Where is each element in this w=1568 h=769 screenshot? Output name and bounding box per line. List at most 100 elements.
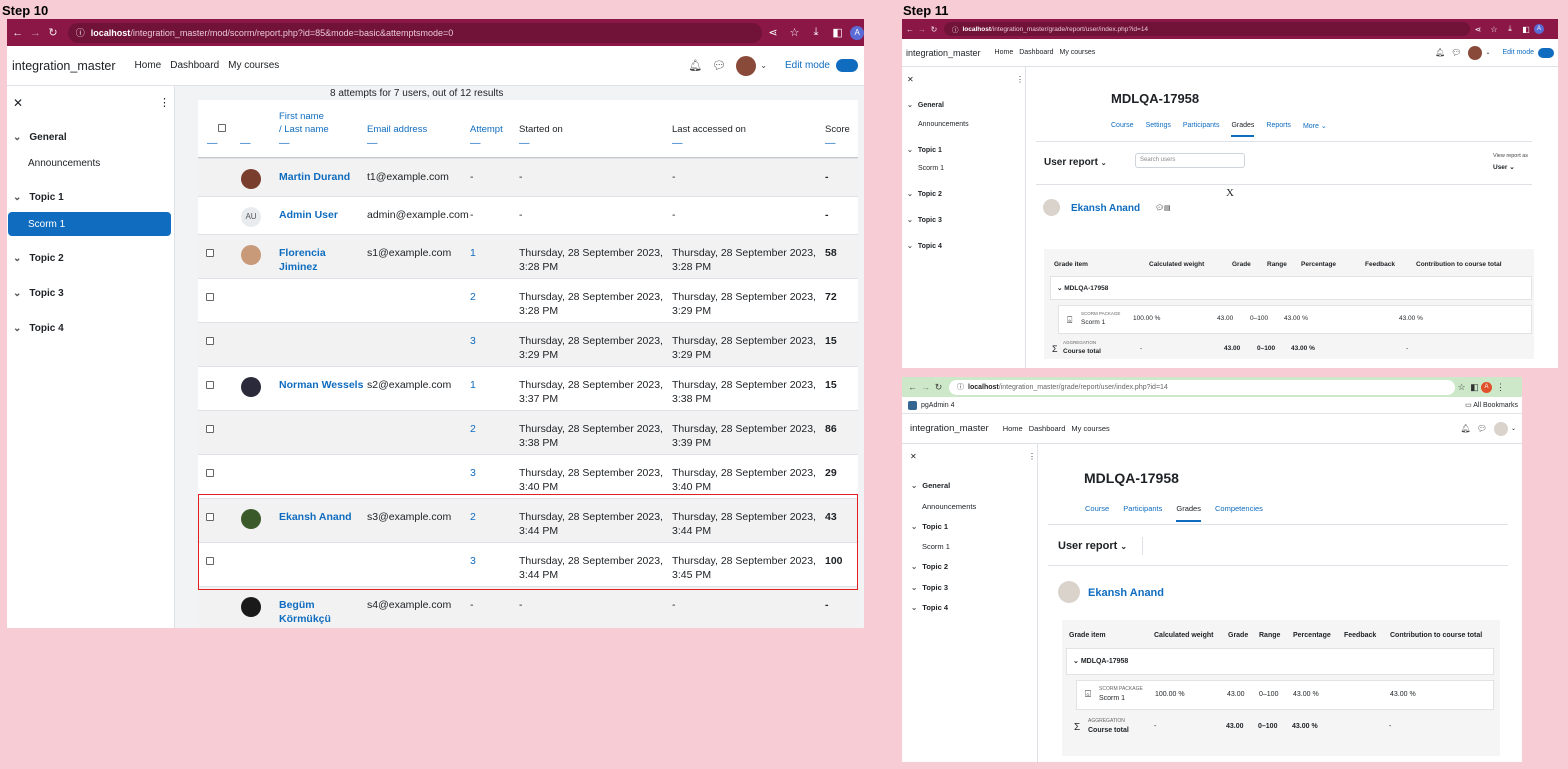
tab-grades[interactable]: Grades: [1231, 122, 1255, 137]
all-bookmarks[interactable]: ▭ All Bookmarks: [1465, 401, 1518, 409]
user-name-link[interactable]: Martin Durand: [279, 170, 364, 184]
attempt-link[interactable]: 3: [470, 466, 476, 480]
drawer-section-topic-2[interactable]: ⌄ Topic 2: [13, 253, 64, 264]
chevron-down-icon[interactable]: ⌄: [1511, 425, 1516, 432]
back-icon[interactable]: ←: [9, 27, 27, 39]
tab-course[interactable]: Course: [1111, 122, 1134, 137]
user-avatar[interactable]: [1493, 421, 1508, 436]
nav-my-courses[interactable]: My courses: [1059, 49, 1095, 56]
drawer-section-topic-3[interactable]: ⌄ Topic 3: [13, 288, 64, 299]
drawer-item-scorm-1[interactable]: Scorm 1: [8, 212, 171, 236]
header-started-on[interactable]: Started on: [519, 123, 563, 137]
download-icon[interactable]: ⤓: [1502, 24, 1518, 34]
site-name[interactable]: integration_master: [906, 48, 981, 58]
edit-mode-toggle[interactable]: [1538, 47, 1554, 58]
tab-more[interactable]: More ⌄: [1303, 122, 1327, 137]
nav-my-courses[interactable]: My courses: [1071, 424, 1109, 433]
user-name-link[interactable]: Florencia Jiminez: [279, 246, 364, 274]
drawer-item-announcements[interactable]: Announcements: [28, 158, 100, 169]
reload-icon[interactable]: ↻: [928, 25, 940, 34]
nav-home[interactable]: Home: [135, 60, 162, 71]
tab-settings[interactable]: Settings: [1146, 122, 1171, 137]
scorm-1-link[interactable]: Scorm 1: [1081, 319, 1105, 326]
category-row[interactable]: ⌄ MDLQA-17958: [1050, 276, 1532, 300]
user-name-link[interactable]: Begüm Körmükçü: [279, 598, 364, 626]
star-icon[interactable]: ☆: [1486, 25, 1502, 34]
message-icon[interactable]: 💬︎: [1155, 204, 1164, 212]
forward-icon[interactable]: →: [919, 382, 932, 392]
forward-icon[interactable]: →: [27, 27, 45, 39]
report-selector[interactable]: User report ⌄: [1058, 540, 1127, 552]
scorm-1-link[interactable]: Scorm 1: [1099, 695, 1125, 702]
header-last-name[interactable]: / Last name: [279, 123, 329, 137]
attempt-link[interactable]: 2: [470, 422, 476, 436]
address-bar[interactable]: ⓘ localhost/integration_master/grade/rep…: [944, 22, 1470, 36]
tab-participants[interactable]: Participants: [1123, 504, 1162, 522]
kebab-icon[interactable]: ⋮: [1496, 382, 1505, 393]
profile-avatar[interactable]: A: [1481, 381, 1492, 393]
row-checkbox[interactable]: [206, 381, 214, 389]
address-bar[interactable]: ⓘ localhost/integration_master/mod/scorm…: [67, 22, 763, 43]
nav-dashboard[interactable]: Dashboard: [1019, 49, 1053, 56]
header-score[interactable]: Score: [825, 123, 850, 137]
attempt-link[interactable]: 1: [470, 378, 476, 392]
row-checkbox[interactable]: [206, 249, 214, 257]
back-icon[interactable]: ←: [904, 25, 916, 34]
bell-icon[interactable]: 🔔︎: [1461, 424, 1471, 433]
tab-reports[interactable]: Reports: [1266, 122, 1291, 137]
row-checkbox[interactable]: [206, 293, 214, 301]
header-last-accessed[interactable]: Last accessed on: [672, 123, 746, 137]
category-row[interactable]: ⌄ MDLQA-17958: [1066, 648, 1494, 675]
kebab-icon[interactable]: ⋮: [1016, 75, 1024, 84]
nav-dashboard[interactable]: Dashboard: [1029, 424, 1066, 433]
share-icon[interactable]: ⋖: [762, 26, 784, 39]
user-name-link[interactable]: Norman Wessels: [279, 378, 364, 392]
download-icon[interactable]: ⤓: [805, 26, 827, 39]
chat-icon[interactable]: 💬︎: [1477, 424, 1487, 433]
close-icon[interactable]: ✕: [910, 452, 917, 461]
kebab-icon[interactable]: ⋮: [159, 96, 170, 109]
bell-icon[interactable]: 🔔︎: [688, 59, 702, 72]
forward-icon[interactable]: →: [916, 25, 928, 34]
star-icon[interactable]: ☆: [1455, 382, 1468, 393]
user-name-link[interactable]: Admin User: [279, 208, 364, 222]
profile-card-icon[interactable]: ▤: [1164, 204, 1171, 212]
user-avatar[interactable]: [736, 55, 757, 76]
row-checkbox[interactable]: [206, 337, 214, 345]
row-checkbox[interactable]: [206, 469, 214, 477]
user-avatar[interactable]: [1468, 45, 1483, 60]
header-first-name[interactable]: First name: [279, 110, 324, 124]
reload-icon[interactable]: ↻: [932, 382, 945, 393]
sidebar-icon[interactable]: ◧: [1468, 382, 1481, 393]
drawer-section-general[interactable]: ⌄ General: [13, 132, 67, 143]
profile-avatar[interactable]: A: [850, 25, 864, 40]
report-selector[interactable]: User report ⌄: [1044, 157, 1107, 168]
bell-icon[interactable]: 🔔︎: [1435, 48, 1445, 57]
tab-grades[interactable]: Grades: [1176, 504, 1201, 522]
close-icon[interactable]: ✕: [907, 75, 914, 84]
user-name-link[interactable]: Ekansh Anand: [1071, 203, 1140, 214]
tab-participants[interactable]: Participants: [1183, 122, 1220, 137]
site-name[interactable]: integration_master: [910, 423, 989, 434]
row-checkbox[interactable]: [206, 425, 214, 433]
nav-home[interactable]: Home: [995, 49, 1014, 56]
drawer-section-topic-4[interactable]: ⌄ Topic 4: [13, 323, 64, 334]
chat-icon[interactable]: 💬︎: [712, 59, 726, 72]
attempt-link[interactable]: 3: [470, 334, 476, 348]
bookmark-pgadmin[interactable]: pgAdmin 4: [921, 402, 954, 409]
star-icon[interactable]: ☆: [784, 26, 806, 39]
edit-mode-toggle[interactable]: [836, 59, 858, 72]
view-as-select[interactable]: User ⌄: [1493, 163, 1515, 171]
tab-competencies[interactable]: Competencies: [1215, 504, 1263, 522]
chevron-down-icon[interactable]: ⌄: [1485, 49, 1490, 56]
avatar[interactable]: [241, 245, 261, 265]
sidebar-icon[interactable]: ◧: [827, 26, 849, 39]
site-name[interactable]: integration_master: [12, 59, 116, 73]
attempt-link[interactable]: 2: [470, 290, 476, 304]
user-name-link[interactable]: Ekansh Anand: [1088, 587, 1164, 599]
avatar[interactable]: AU: [241, 207, 261, 227]
nav-home[interactable]: Home: [1003, 424, 1023, 433]
avatar[interactable]: [241, 377, 261, 397]
sidebar-icon[interactable]: ◧: [1518, 25, 1534, 34]
header-attempt[interactable]: Attempt: [470, 123, 503, 137]
